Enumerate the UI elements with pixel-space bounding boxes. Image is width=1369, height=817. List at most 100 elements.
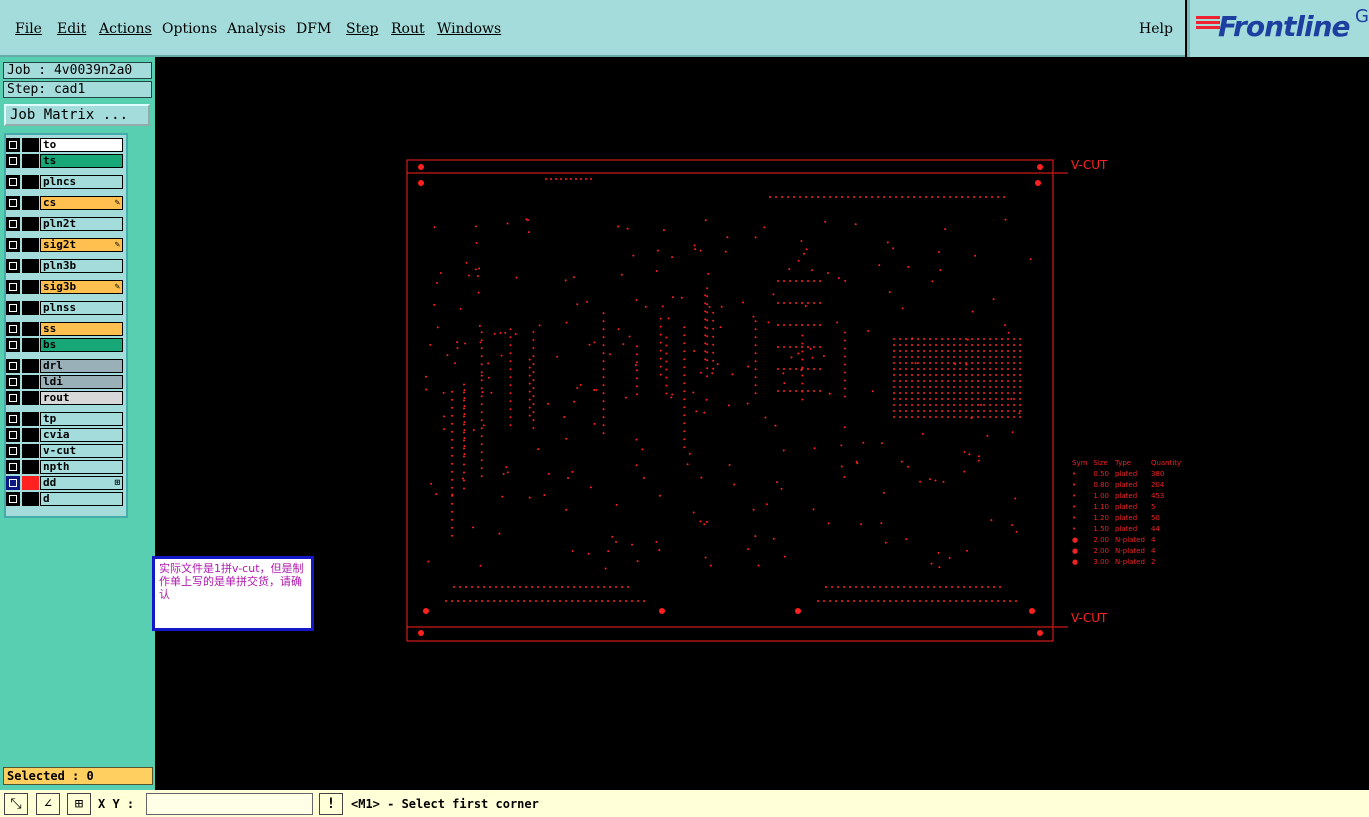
drill-hole xyxy=(795,346,797,348)
drill-hole xyxy=(704,358,707,361)
layer-row-v-cut[interactable]: v-cut xyxy=(6,444,124,458)
tooling-hole xyxy=(1029,608,1035,614)
layer-checkbox[interactable] xyxy=(6,412,20,426)
layer-checkbox[interactable] xyxy=(6,375,20,389)
drill-hole xyxy=(971,374,973,376)
layer-row-pln2t[interactable]: pln2t xyxy=(6,217,124,231)
drill-hole xyxy=(1019,410,1021,412)
layer-checkbox[interactable] xyxy=(6,175,20,189)
drill-hole xyxy=(935,344,937,346)
drill-hole xyxy=(983,398,985,400)
layer-row-ss[interactable]: ss xyxy=(6,322,124,336)
layer-name[interactable]: d xyxy=(40,492,123,506)
annotation-note[interactable]: 实际文件是1拼v-cut，但是制作单上写的是单拼交货，请确认 xyxy=(152,556,314,631)
drill-hole xyxy=(995,368,997,370)
drill-hole xyxy=(479,564,482,567)
layer-name[interactable]: ss xyxy=(40,322,123,336)
layer-row-sig2t[interactable]: sig2t ✎ xyxy=(6,238,124,252)
layer-checkbox[interactable] xyxy=(6,338,20,352)
layer-name[interactable]: rout xyxy=(40,391,123,405)
layer-row-ts[interactable]: ts xyxy=(6,154,124,168)
layer-checkbox[interactable] xyxy=(6,492,20,506)
layer-checkbox[interactable] xyxy=(6,259,20,273)
layer-checkbox[interactable] xyxy=(6,444,20,458)
drill-hole xyxy=(589,600,591,602)
layer-name[interactable]: sig2t ✎ xyxy=(40,238,123,252)
layer-row-ldi[interactable]: ldi xyxy=(6,375,124,389)
drill-hole xyxy=(843,395,846,398)
layer-row-npth[interactable]: npth xyxy=(6,460,124,474)
layer-checkbox[interactable] xyxy=(6,217,20,231)
drill-hole xyxy=(911,416,913,418)
layer-row-pln3b[interactable]: pln3b xyxy=(6,259,124,273)
menu-actions[interactable]: Actions xyxy=(99,21,152,37)
layer-name[interactable]: bs xyxy=(40,338,123,352)
xy-input[interactable] xyxy=(146,793,313,815)
layer-name[interactable]: cs ✎ xyxy=(40,196,123,210)
layer-row-drl[interactable]: drl xyxy=(6,359,124,373)
layer-name[interactable]: v-cut xyxy=(40,444,123,458)
layer-row-sig3b[interactable]: sig3b ✎ xyxy=(6,280,124,294)
menu-file[interactable]: File xyxy=(15,21,42,37)
menu-options[interactable]: Options xyxy=(162,21,217,37)
layer-checkbox[interactable] xyxy=(6,428,20,442)
layer-checkbox[interactable] xyxy=(6,196,20,210)
layer-name[interactable]: cvia xyxy=(40,428,123,442)
layer-name[interactable]: dd ⊞ xyxy=(40,476,123,490)
measure-icon[interactable]: ∠ xyxy=(36,793,60,815)
pcb-board-view[interactable] xyxy=(406,159,1106,653)
layer-row-tp[interactable]: tp xyxy=(6,412,124,426)
layer-checkbox[interactable] xyxy=(6,154,20,168)
drill-hole xyxy=(961,196,963,198)
snap-grid-icon[interactable]: ⊞ xyxy=(67,793,91,815)
layer-checkbox[interactable] xyxy=(6,322,20,336)
layer-row-d[interactable]: d xyxy=(6,492,124,506)
drill-hole xyxy=(590,178,592,180)
layer-row-cvia[interactable]: cvia xyxy=(6,428,124,442)
layer-row-plncs[interactable]: plncs xyxy=(6,175,124,189)
layer-name[interactable]: ldi xyxy=(40,375,123,389)
drill-hole xyxy=(973,196,975,198)
layer-checkbox[interactable] xyxy=(6,280,20,294)
menu-analysis[interactable]: Analysis xyxy=(227,21,286,37)
layer-name[interactable]: to xyxy=(40,138,123,152)
layer-checkbox[interactable] xyxy=(6,238,20,252)
drill-hole xyxy=(941,356,943,358)
layer-name[interactable]: drl xyxy=(40,359,123,373)
zoom-box-icon[interactable]: ⤡ xyxy=(4,793,28,815)
layer-name[interactable]: tp xyxy=(40,412,123,426)
drill-hole xyxy=(502,472,505,475)
layer-row-to[interactable]: to xyxy=(6,138,124,152)
drill-hole xyxy=(665,336,668,339)
menu-help[interactable]: Help xyxy=(1139,21,1173,37)
layer-name[interactable]: sig3b ✎ xyxy=(40,280,123,294)
job-matrix-button[interactable]: Job Matrix ... xyxy=(4,104,150,126)
layer-name[interactable]: npth xyxy=(40,460,123,474)
drill-hole xyxy=(635,299,638,302)
layer-name[interactable]: pln2t xyxy=(40,217,123,231)
drill-hole xyxy=(595,600,597,602)
menu-edit[interactable]: Edit xyxy=(57,21,86,37)
layer-checkbox[interactable] xyxy=(6,138,20,152)
menu-rout[interactable]: Rout xyxy=(391,21,425,37)
layer-name[interactable]: plnss xyxy=(40,301,123,315)
menu-step[interactable]: Step xyxy=(346,21,378,37)
layer-checkbox[interactable] xyxy=(6,391,20,405)
layer-row-rout[interactable]: rout xyxy=(6,391,124,405)
layer-name[interactable]: ts xyxy=(40,154,123,168)
menu-dfm[interactable]: DFM xyxy=(296,21,331,37)
drill-hole xyxy=(947,398,949,400)
layer-checkbox[interactable] xyxy=(6,476,20,490)
alert-icon[interactable]: ! xyxy=(319,793,343,815)
layer-checkbox[interactable] xyxy=(6,359,20,373)
layer-row-cs[interactable]: cs ✎ xyxy=(6,196,124,210)
layer-row-bs[interactable]: bs xyxy=(6,338,124,352)
layer-row-plnss[interactable]: plnss xyxy=(6,301,124,315)
layer-name[interactable]: plncs xyxy=(40,175,123,189)
layer-checkbox[interactable] xyxy=(6,460,20,474)
menu-windows[interactable]: Windows xyxy=(437,21,501,37)
layer-checkbox[interactable] xyxy=(6,301,20,315)
layer-row-dd[interactable]: dd ⊞ xyxy=(6,476,124,490)
drill-hole xyxy=(859,600,861,602)
layer-name[interactable]: pln3b xyxy=(40,259,123,273)
